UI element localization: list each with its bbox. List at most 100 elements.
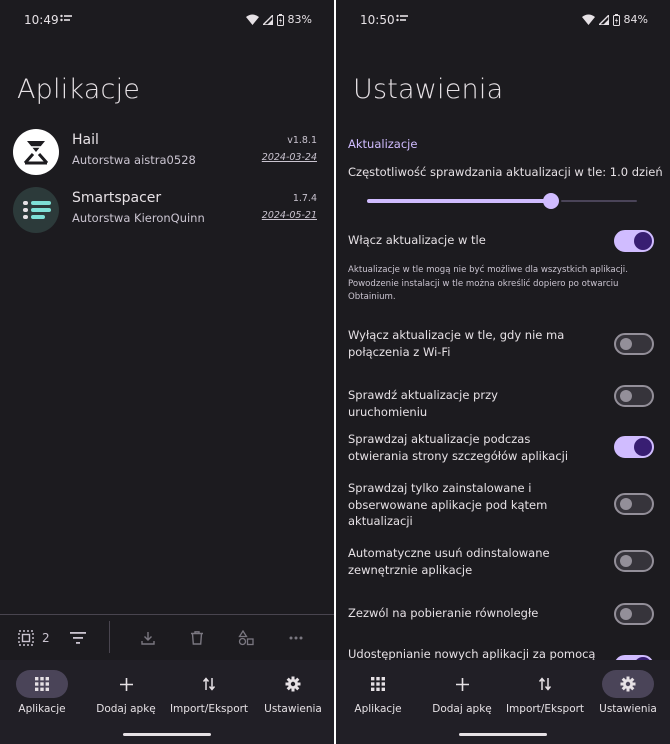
apps-grid-icon <box>371 677 385 691</box>
selected-count: 2 <box>42 631 50 645</box>
setting-toggle[interactable] <box>614 385 654 407</box>
nav-label: Import/Eksport <box>505 703 585 715</box>
toggle-knob <box>620 390 632 402</box>
nav-item-import-eksport[interactable]: Import/Eksport <box>503 670 587 715</box>
toggle-knob <box>634 232 652 250</box>
wifi-icon <box>581 14 595 25</box>
nav-label: Ustawienia <box>599 703 657 715</box>
app-author: Autorstwa KieronQuinn <box>72 211 205 225</box>
gear-icon <box>285 676 301 692</box>
download-icon <box>141 632 155 645</box>
plus-icon <box>455 677 469 691</box>
setting-description: Aktualizacje w tle mogą nie być możliwe … <box>348 265 628 302</box>
app-name: Smartspacer <box>72 190 162 206</box>
nav-item-aplikacje[interactable]: Aplikacje <box>336 670 420 715</box>
swap-vert-icon <box>202 677 216 691</box>
slider-label: Częstotliwość sprawdzania aktualizacji w… <box>348 165 663 179</box>
slider-inactive-track <box>561 200 637 202</box>
nav-item-ustawienia[interactable]: Ustawienia <box>251 670 334 715</box>
setting-toggle[interactable] <box>614 230 654 252</box>
app-version: 1.7.4 <box>292 193 317 204</box>
setting-toggle[interactable] <box>614 550 654 572</box>
gear-icon <box>620 676 636 692</box>
nav-item-aplikacje[interactable]: Aplikacje <box>0 670 84 715</box>
status-time: 10:50 <box>360 13 395 27</box>
signal-icon <box>262 14 273 25</box>
swap-vert-icon <box>538 677 552 691</box>
setting-label: Wyłącz aktualizacje w tle, gdy nie ma po… <box>348 328 565 359</box>
nav-label: Aplikacje <box>354 703 402 715</box>
nav-item-import-eksport[interactable]: Import/Eksport <box>167 670 251 715</box>
setting-toggle[interactable] <box>614 333 654 355</box>
plus-icon <box>119 677 133 691</box>
setting-label: Sprawdzaj aktualizacje podczas otwierani… <box>348 432 569 463</box>
battery-icon <box>276 13 284 26</box>
select-all-icon <box>18 630 34 646</box>
apps-grid-icon <box>35 677 49 691</box>
select-all-button[interactable]: 2 <box>18 627 50 649</box>
divider <box>109 621 110 653</box>
setting-toggle[interactable] <box>614 436 654 458</box>
app-date[interactable]: 2024-05-21 <box>262 210 317 221</box>
battery-percent: 84% <box>623 13 648 26</box>
update-frequency-slider[interactable] <box>367 193 637 209</box>
page-title: Aplikacje <box>17 74 141 105</box>
bottom-navigation: Aplikacje Dodaj apkę Import/Eksport Usta… <box>0 660 334 744</box>
nav-label: Dodaj apkę <box>96 703 156 715</box>
settings-screen: 10:50 84% Ustawienia Aktualizacje Często… <box>336 0 670 744</box>
more-button[interactable] <box>289 627 303 649</box>
trash-icon <box>191 631 203 645</box>
delete-button[interactable] <box>191 627 203 649</box>
app-list-item[interactable]: Smartspacer Autorstwa KieronQuinn 1.7.4 … <box>0 187 334 245</box>
nav-indicator <box>183 670 235 698</box>
shapes-icon <box>238 630 254 646</box>
nav-label: Ustawienia <box>264 703 322 715</box>
nav-indicator <box>436 670 488 698</box>
section-heading: Aktualizacje <box>348 137 418 151</box>
bottom-action-bar: 2 <box>0 614 334 661</box>
status-bar: 10:50 84% <box>336 0 670 40</box>
setting-toggle[interactable] <box>614 493 654 515</box>
toggle-knob <box>620 498 632 510</box>
toggle-knob <box>634 438 652 456</box>
setting-label: Zezwól na pobieranie równoległe <box>348 606 539 620</box>
app-date[interactable]: 2024-03-24 <box>262 152 317 163</box>
nav-indicator <box>519 670 571 698</box>
download-button[interactable] <box>141 627 155 649</box>
hail-app-icon <box>13 129 59 175</box>
app-author: Autorstwa aistra0528 <box>72 153 196 167</box>
page-title: Ustawienia <box>353 74 504 105</box>
bottom-navigation: Aplikacje Dodaj apkę Import/Eksport Usta… <box>336 660 670 744</box>
nav-label: Dodaj apkę <box>432 703 492 715</box>
battery-percent: 83% <box>287 13 312 26</box>
nav-item-ustawienia[interactable]: Ustawienia <box>586 670 670 715</box>
nav-label: Aplikacje <box>18 703 66 715</box>
home-indicator[interactable] <box>123 733 211 736</box>
categories-button[interactable] <box>238 627 254 649</box>
setting-toggle[interactable] <box>614 603 654 625</box>
filter-icon <box>70 632 86 644</box>
wifi-icon <box>245 14 259 25</box>
status-time: 10:49 <box>24 13 59 27</box>
filter-button[interactable] <box>70 627 86 649</box>
smartspacer-app-icon <box>13 187 59 233</box>
setting-label: Sprawdź aktualizacje przy uruchomieniu <box>348 388 498 419</box>
nav-indicator <box>352 670 404 698</box>
nav-label: Import/Eksport <box>169 703 249 715</box>
slider-thumb[interactable] <box>543 193 559 209</box>
nav-item-dodaj[interactable]: Dodaj apkę <box>84 670 168 715</box>
status-bar: 10:49 83% <box>0 0 334 40</box>
home-indicator[interactable] <box>459 733 547 736</box>
nav-item-dodaj[interactable]: Dodaj apkę <box>420 670 504 715</box>
nav-indicator <box>602 670 654 698</box>
app-list-item[interactable]: Hail Autorstwa aistra0528 v1.8.1 2024-03… <box>0 129 334 187</box>
nav-indicator <box>267 670 319 698</box>
toggle-knob <box>620 608 632 620</box>
apps-screen: 10:49 83% Aplikacje Hail Autorstwa aistr… <box>0 0 334 744</box>
toggle-knob <box>620 555 632 567</box>
nav-indicator <box>100 670 152 698</box>
app-name: Hail <box>72 132 99 148</box>
nav-indicator <box>16 670 68 698</box>
notification-icon <box>60 14 72 22</box>
battery-icon <box>612 13 620 26</box>
